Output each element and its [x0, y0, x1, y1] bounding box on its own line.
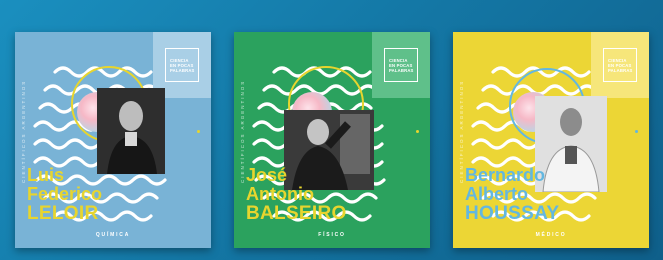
portrait-photo — [97, 88, 165, 174]
logo-line-3: PALABRAS — [608, 67, 633, 73]
first-name: José — [246, 165, 288, 185]
middle-name: Federico — [27, 184, 103, 204]
first-name: Luis — [27, 165, 65, 185]
accent-dot — [197, 130, 200, 133]
last-name: HOUSSAY — [465, 203, 560, 224]
discipline-label: MÉDICO — [535, 232, 567, 238]
scientist-name: José Antonio BALSEIRO — [246, 165, 347, 224]
logo-box-icon: CIENCIA EN POCAS PALABRAS — [384, 48, 418, 82]
logo-tab: CIENCIA EN POCAS PALABRAS — [591, 32, 649, 98]
discipline-label: QUÍMICA — [95, 232, 131, 238]
logo-box-icon: CIENCIA EN POCAS PALABRAS — [165, 48, 199, 82]
discipline-label: FÍSICO — [318, 232, 346, 238]
logo-tab: CIENCIA EN POCAS PALABRAS — [372, 32, 430, 98]
logo-box-icon: CIENCIA EN POCAS PALABRAS — [603, 48, 637, 82]
accent-dot — [416, 130, 419, 133]
poster-card-balseiro[interactable]: CIENCIA EN POCAS PALABRAS CIENTÍFICOS AR… — [234, 32, 430, 248]
last-name: LELOIR — [27, 203, 99, 224]
middle-name: Alberto — [465, 184, 528, 204]
logo-line-3: PALABRAS — [389, 67, 414, 73]
accent-dot — [635, 130, 638, 133]
poster-card-houssay[interactable]: CIENCIA EN POCAS PALABRAS CIENTÍFICOS AR… — [453, 32, 649, 248]
middle-name: Antonio — [246, 184, 314, 204]
poster-card-leloir[interactable]: CIENCIA EN POCAS PALABRAS CIENTÍFICOS AR… — [15, 32, 211, 248]
logo-line-3: PALABRAS — [170, 67, 195, 73]
scientist-name: Bernardo Alberto HOUSSAY — [465, 165, 560, 224]
first-name: Bernardo — [465, 165, 546, 185]
last-name: BALSEIRO — [246, 203, 347, 224]
scientist-name: Luis Federico LELOIR — [27, 165, 103, 224]
